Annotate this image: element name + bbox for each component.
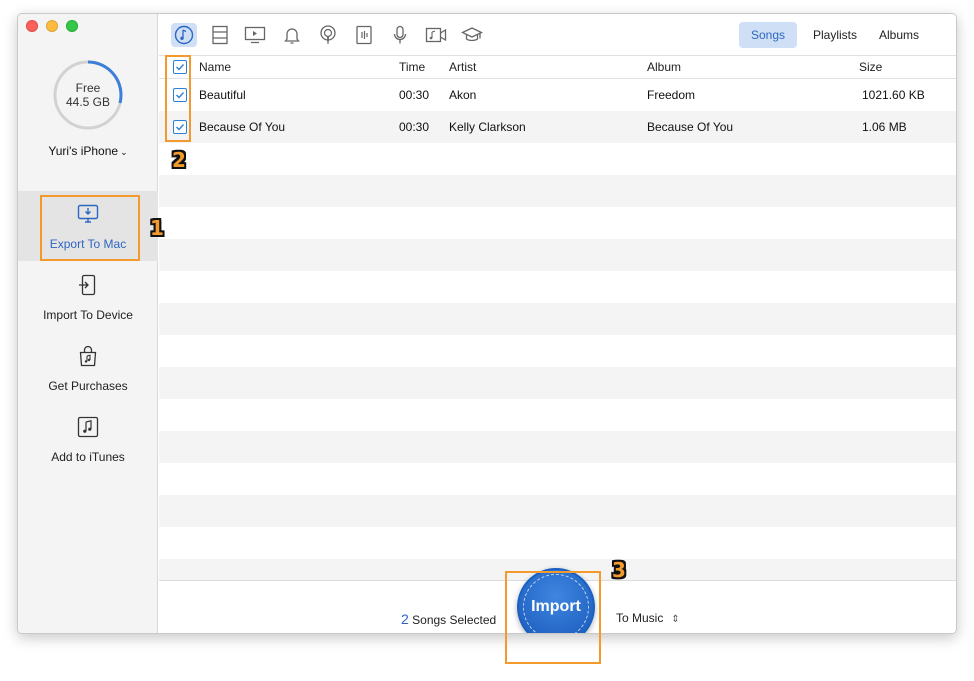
selection-summary: 2 Songs Selected — [401, 611, 496, 627]
empty-row — [159, 431, 956, 463]
storage-ring: Free 44.5 GB — [52, 59, 124, 131]
music-icon — [174, 25, 194, 45]
step-marker-3: 3 — [612, 558, 626, 582]
song-time: 00:30 — [399, 120, 430, 134]
category-music-videos[interactable] — [423, 23, 449, 47]
zoom-window-button[interactable] — [66, 20, 78, 32]
selected-count: 2 — [401, 611, 409, 627]
song-artist: Akon — [449, 88, 477, 102]
sidebar-item-label: Import To Device — [43, 308, 133, 322]
category-voice-memos[interactable] — [387, 23, 413, 47]
main-panel: Songs Playlists Albums Name Time Artist … — [159, 14, 956, 633]
table-header: Name Time Artist Album Size — [159, 56, 956, 79]
category-audiobooks[interactable] — [351, 23, 377, 47]
category-movies[interactable] — [207, 23, 233, 47]
graduation-cap-icon — [461, 27, 483, 42]
sidebar-item-add-to-itunes[interactable]: Add to iTunes — [18, 404, 158, 474]
song-artist: Kelly Clarkson — [449, 120, 526, 134]
table-row[interactable]: Because Of You 00:30 Kelly Clarkson Beca… — [159, 111, 956, 143]
bell-icon — [284, 28, 300, 44]
step-marker-2: 2 — [172, 148, 186, 172]
sidebar: Free 44.5 GB Yuri's iPhone ⌄ Export To Ma… — [18, 14, 158, 633]
sidebar-item-import-to-device[interactable]: Import To Device — [18, 262, 158, 332]
selected-label: Songs Selected — [412, 613, 497, 627]
film-icon — [212, 25, 228, 45]
destination-label: To Music — [616, 611, 664, 625]
column-header-size[interactable]: Size — [859, 56, 882, 79]
song-album: Because Of You — [647, 120, 734, 134]
table-row[interactable]: Beautiful 00:30 Akon Freedom 1021.60 KB — [159, 79, 956, 111]
column-header-album[interactable]: Album — [647, 56, 681, 79]
sidebar-item-label: Add to iTunes — [51, 450, 125, 464]
device-name: Yuri's iPhone — [48, 144, 119, 158]
storage-free-value: 44.5 GB — [65, 95, 111, 109]
empty-row — [159, 175, 956, 207]
empty-row — [159, 207, 956, 239]
empty-row — [159, 143, 956, 175]
app-window: Free 44.5 GB Yuri's iPhone ⌄ Export To Ma… — [17, 13, 957, 634]
column-header-name[interactable]: Name — [199, 56, 231, 79]
song-size: 1021.60 KB — [862, 88, 925, 102]
category-ringtones[interactable] — [279, 23, 305, 47]
chevron-down-icon: ⌄ — [120, 147, 128, 157]
song-name: Beautiful — [199, 88, 246, 102]
sidebar-item-get-purchases[interactable]: Get Purchases — [18, 333, 158, 403]
song-album: Freedom — [647, 88, 696, 102]
tab-songs[interactable]: Songs — [739, 22, 798, 48]
music-note-icon — [77, 416, 99, 438]
highlight-checkboxes — [165, 55, 191, 142]
device-selector[interactable]: Yuri's iPhone ⌄ — [18, 144, 158, 158]
step-marker-1: 1 — [150, 216, 164, 240]
destination-selector[interactable]: To Music ⇕ — [616, 611, 680, 625]
tab-albums[interactable]: Albums — [867, 22, 931, 48]
song-time: 00:30 — [399, 88, 430, 102]
tab-playlists[interactable]: Playlists — [801, 22, 869, 48]
sidebar-item-label: Get Purchases — [48, 379, 128, 393]
empty-row — [159, 367, 956, 399]
music-video-icon — [425, 27, 447, 43]
podcast-icon — [320, 25, 336, 44]
column-header-artist[interactable]: Artist — [449, 56, 476, 79]
empty-row — [159, 239, 956, 271]
highlight-export-to-mac — [40, 195, 140, 261]
empty-row — [159, 335, 956, 367]
empty-row — [159, 271, 956, 303]
category-itunes-u[interactable] — [459, 23, 485, 47]
empty-row — [159, 303, 956, 335]
empty-row — [159, 399, 956, 431]
category-podcasts[interactable] — [315, 23, 341, 47]
category-toolbar: Songs Playlists Albums — [159, 14, 956, 56]
import-device-icon — [79, 274, 96, 296]
shopping-bag-icon — [79, 345, 97, 367]
close-window-button[interactable] — [26, 20, 38, 32]
empty-row — [159, 527, 956, 559]
microphone-icon — [393, 25, 407, 44]
minimize-window-button[interactable] — [46, 20, 58, 32]
storage-free-label: Free — [75, 81, 101, 95]
empty-row — [159, 463, 956, 495]
empty-row — [159, 495, 956, 527]
column-header-time[interactable]: Time — [399, 56, 425, 79]
audiobook-icon — [356, 25, 372, 45]
up-down-arrows-icon: ⇕ — [671, 614, 680, 625]
highlight-import-button — [505, 571, 601, 664]
category-tv[interactable] — [242, 23, 268, 47]
song-name: Because Of You — [199, 120, 286, 134]
tv-icon — [244, 26, 266, 44]
song-size: 1.06 MB — [862, 120, 907, 134]
songs-table: Name Time Artist Album Size Beautiful 00… — [159, 56, 956, 580]
window-controls — [26, 20, 78, 32]
category-music[interactable] — [171, 23, 197, 47]
